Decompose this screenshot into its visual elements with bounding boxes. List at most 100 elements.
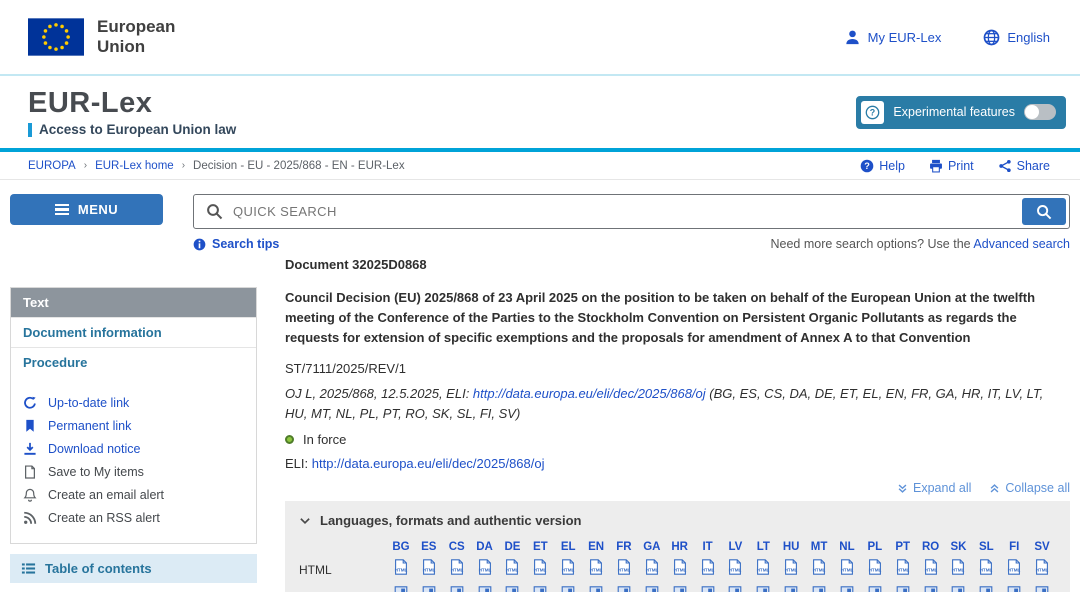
language-code-link[interactable]: ES xyxy=(415,538,443,556)
language-code-link[interactable]: IT xyxy=(694,538,722,556)
language-code-link[interactable]: CS xyxy=(443,538,471,556)
html-file-icon[interactable] xyxy=(638,556,666,583)
table-of-contents-button[interactable]: Table of contents xyxy=(10,554,257,583)
advanced-search-link[interactable]: Advanced search xyxy=(973,237,1070,251)
html-file-icon[interactable] xyxy=(722,556,750,583)
language-code-link[interactable]: SK xyxy=(945,538,973,556)
help-link[interactable]: Help xyxy=(860,159,905,173)
experimental-features-button[interactable]: Experimental features xyxy=(856,96,1066,129)
html-file-icon[interactable] xyxy=(415,556,443,583)
language-code-link[interactable]: LT xyxy=(749,538,777,556)
language-code-link[interactable]: DA xyxy=(471,538,499,556)
language-code-link[interactable]: DE xyxy=(499,538,527,556)
html-file-icon[interactable] xyxy=(889,556,917,583)
language-code-link[interactable]: BG xyxy=(387,538,415,556)
html-file-icon[interactable] xyxy=(861,556,889,583)
pdf-file-icon[interactable] xyxy=(722,583,750,592)
print-link[interactable]: Print xyxy=(929,159,974,173)
sidebar-item-document-information[interactable]: Document information xyxy=(11,317,256,347)
html-file-icon[interactable] xyxy=(1000,556,1028,583)
language-code-link[interactable]: EL xyxy=(554,538,582,556)
language-code-link[interactable]: EN xyxy=(582,538,610,556)
language-code-link[interactable]: PT xyxy=(889,538,917,556)
language-selector[interactable]: English xyxy=(983,29,1050,46)
html-file-icon[interactable] xyxy=(777,556,805,583)
language-code-link[interactable]: SV xyxy=(1028,538,1056,556)
html-file-icon[interactable] xyxy=(499,556,527,583)
pdf-file-icon[interactable] xyxy=(638,583,666,592)
html-file-icon[interactable] xyxy=(1028,556,1056,583)
html-file-icon[interactable] xyxy=(917,556,945,583)
collapse-all-link[interactable]: Collapse all xyxy=(989,481,1070,495)
pdf-file-icon[interactable] xyxy=(805,583,833,592)
html-file-icon[interactable] xyxy=(443,556,471,583)
save-to-my-items-link[interactable]: Save to My items xyxy=(11,460,256,483)
html-file-icon[interactable] xyxy=(471,556,499,583)
search-submit-button[interactable] xyxy=(1022,198,1066,225)
pdf-file-icon[interactable] xyxy=(833,583,861,592)
pdf-file-icon[interactable] xyxy=(1028,583,1056,592)
pdf-file-icon[interactable] xyxy=(471,583,499,592)
quick-search-input[interactable] xyxy=(233,195,1069,228)
experimental-features-toggle[interactable] xyxy=(1024,104,1056,120)
language-code-link[interactable]: MT xyxy=(805,538,833,556)
create-email-alert-link[interactable]: Create an email alert xyxy=(11,483,256,506)
pdf-file-icon[interactable] xyxy=(666,583,694,592)
pdf-file-icon[interactable] xyxy=(1000,583,1028,592)
breadcrumb-europa[interactable]: EUROPA xyxy=(28,160,76,172)
pdf-file-icon[interactable] xyxy=(610,583,638,592)
eli-link[interactable]: http://data.europa.eu/eli/dec/2025/868/o… xyxy=(312,456,545,471)
html-file-icon[interactable] xyxy=(972,556,1000,583)
eu-logo[interactable]: European Union xyxy=(28,17,175,57)
expand-all-link[interactable]: Expand all xyxy=(897,481,971,495)
pdf-file-icon[interactable] xyxy=(415,583,443,592)
pdf-file-icon[interactable] xyxy=(749,583,777,592)
share-link[interactable]: Share xyxy=(998,159,1050,173)
html-file-icon[interactable] xyxy=(610,556,638,583)
language-code-link[interactable]: PL xyxy=(861,538,889,556)
language-code-link[interactable]: GA xyxy=(638,538,666,556)
language-code-link[interactable]: ET xyxy=(526,538,554,556)
menu-button[interactable]: MENU xyxy=(10,194,163,225)
breadcrumb-eurlex-home[interactable]: EUR-Lex home xyxy=(95,160,174,172)
language-code-link[interactable]: RO xyxy=(917,538,945,556)
html-file-icon[interactable] xyxy=(666,556,694,583)
pdf-file-icon[interactable] xyxy=(945,583,973,592)
pdf-file-icon[interactable] xyxy=(526,583,554,592)
pdf-file-icon[interactable] xyxy=(917,583,945,592)
language-code-link[interactable]: NL xyxy=(833,538,861,556)
language-code-link[interactable]: HU xyxy=(777,538,805,556)
pdf-file-icon[interactable] xyxy=(499,583,527,592)
pdf-file-icon[interactable] xyxy=(694,583,722,592)
languages-panel-header[interactable]: Languages, formats and authentic version xyxy=(299,513,1056,528)
sidebar-item-text[interactable]: Text xyxy=(11,288,256,317)
download-notice-link[interactable]: Download notice xyxy=(11,437,256,460)
pdf-file-icon[interactable] xyxy=(889,583,917,592)
my-eurlex-link[interactable]: My EUR-Lex xyxy=(844,29,942,46)
pdf-file-icon[interactable] xyxy=(582,583,610,592)
pdf-file-icon[interactable] xyxy=(972,583,1000,592)
html-file-icon[interactable] xyxy=(805,556,833,583)
sidebar-item-procedure[interactable]: Procedure xyxy=(11,347,256,377)
language-code-link[interactable]: FI xyxy=(1000,538,1028,556)
help-question-icon[interactable] xyxy=(861,101,884,124)
html-file-icon[interactable] xyxy=(945,556,973,583)
html-file-icon[interactable] xyxy=(387,556,415,583)
html-file-icon[interactable] xyxy=(582,556,610,583)
pdf-file-icon[interactable] xyxy=(777,583,805,592)
pdf-file-icon[interactable] xyxy=(861,583,889,592)
oj-eli-link[interactable]: http://data.europa.eu/eli/dec/2025/868/o… xyxy=(473,386,706,401)
language-code-link[interactable]: HR xyxy=(666,538,694,556)
create-rss-alert-link[interactable]: Create an RSS alert xyxy=(11,506,256,529)
html-file-icon[interactable] xyxy=(526,556,554,583)
html-file-icon[interactable] xyxy=(833,556,861,583)
permanent-link[interactable]: Permanent link xyxy=(11,414,256,437)
pdf-file-icon[interactable] xyxy=(554,583,582,592)
up-to-date-link[interactable]: Up-to-date link xyxy=(11,391,256,414)
language-code-link[interactable]: SL xyxy=(972,538,1000,556)
language-code-link[interactable]: FR xyxy=(610,538,638,556)
pdf-file-icon[interactable] xyxy=(443,583,471,592)
html-file-icon[interactable] xyxy=(554,556,582,583)
language-code-link[interactable]: LV xyxy=(722,538,750,556)
html-file-icon[interactable] xyxy=(694,556,722,583)
